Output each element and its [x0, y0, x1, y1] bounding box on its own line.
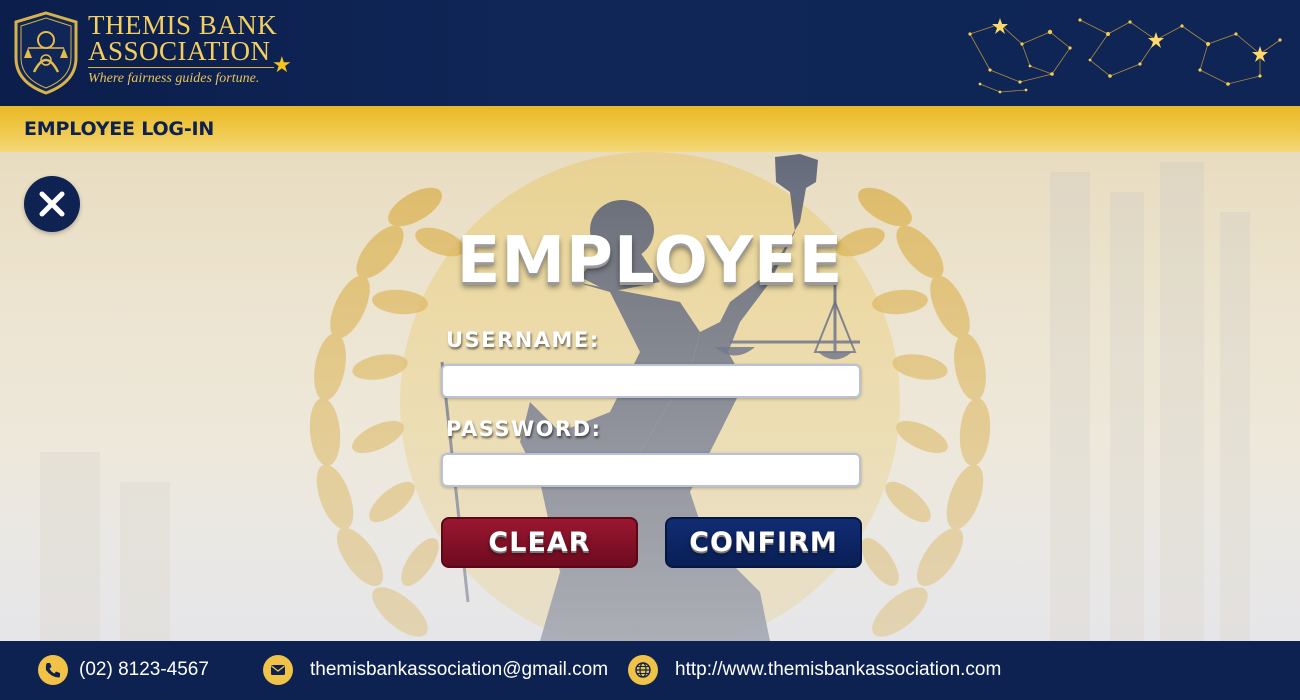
page-title: EMPLOYEE LOG-IN	[24, 118, 215, 140]
themis-logo-icon	[14, 11, 78, 95]
clear-button[interactable]: CLEAR	[441, 517, 638, 568]
star-icon: ★	[272, 52, 292, 77]
brand-title: THEMIS BANK ASSOCIATION	[88, 12, 277, 66]
contact-footer: (02) 8123-4567 themisbankassociation@gma…	[0, 641, 1300, 700]
brand-tagline: Where fairness guides fortune.	[88, 71, 260, 86]
form-title: EMPLOYEE	[456, 224, 844, 298]
email-link[interactable]: themisbankassociation@gmail.com	[310, 659, 608, 681]
username-input[interactable]	[441, 364, 861, 398]
close-icon	[39, 191, 65, 217]
constellation-decoration-icon	[968, 18, 1282, 94]
brand-divider	[88, 67, 274, 68]
phone-number: (02) 8123-4567	[79, 659, 209, 680]
footer-phone: (02) 8123-4567	[38, 655, 209, 685]
globe-icon	[628, 655, 658, 685]
footer-email: themisbankassociation@gmail.com	[263, 655, 608, 685]
username-label: USERNAME:	[446, 328, 600, 352]
phone-icon	[38, 655, 68, 685]
mail-icon	[263, 655, 293, 685]
brand-title-line2: ASSOCIATION	[88, 36, 271, 66]
title-strip: EMPLOYEE LOG-IN	[0, 106, 1300, 152]
confirm-button[interactable]: CONFIRM	[665, 517, 862, 568]
password-input[interactable]	[441, 453, 861, 487]
website-link[interactable]: http://www.themisbankassociation.com	[675, 659, 1001, 681]
header-bar: THEMIS BANK ASSOCIATION Where fairness g…	[0, 0, 1300, 106]
password-label: PASSWORD:	[446, 417, 602, 441]
login-panel: EMPLOYEE USERNAME: PASSWORD: CLEAR CONFI…	[0, 152, 1300, 641]
footer-website: http://www.themisbankassociation.com	[628, 655, 1001, 685]
